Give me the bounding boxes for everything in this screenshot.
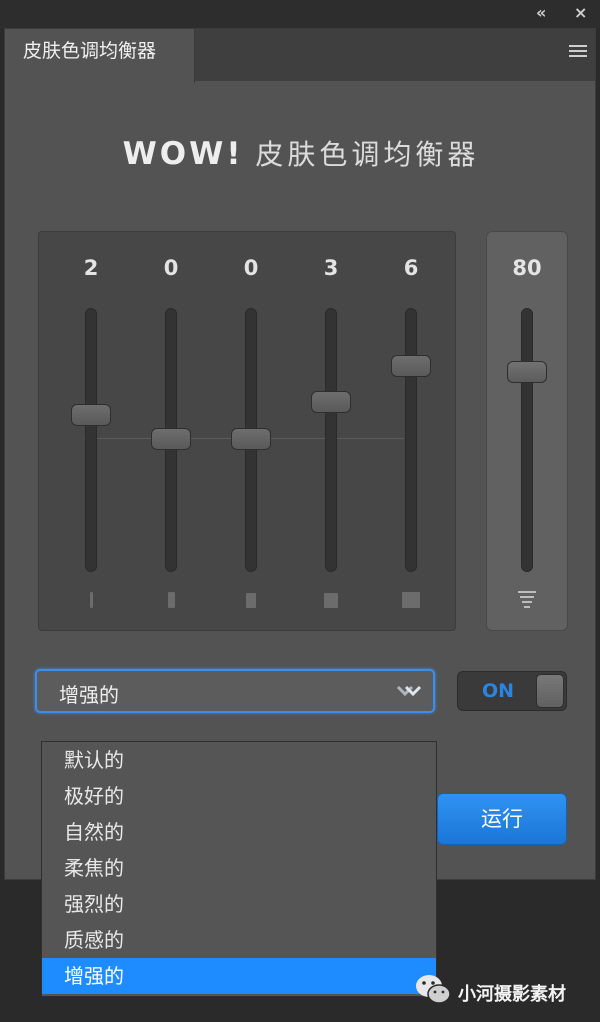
eq-slider-knob[interactable] bbox=[391, 355, 431, 377]
wechat-icon bbox=[416, 975, 451, 1004]
page-title: WOW! 皮肤色调均衡器 bbox=[5, 133, 597, 173]
preset-select[interactable]: 增强的 bbox=[35, 669, 435, 713]
preset-dropdown-list: 默认的 极好的 自然的 柔焦的 强烈的 质感的 增强的 bbox=[41, 741, 437, 997]
band-marker-icon bbox=[402, 592, 420, 608]
eq-slider-4: 3 bbox=[301, 232, 361, 632]
collapse-panel-icon[interactable]: « bbox=[536, 4, 546, 22]
eq-slider-value: 0 bbox=[243, 256, 259, 280]
eq-slider-value: 6 bbox=[403, 256, 419, 280]
preset-option[interactable]: 默认的 bbox=[42, 742, 436, 778]
eq-slider-knob[interactable] bbox=[151, 428, 191, 450]
chevron-down-icon bbox=[396, 685, 422, 697]
equalizer-box: 2 0 0 3 6 bbox=[38, 231, 456, 631]
eq-slider-knob[interactable] bbox=[71, 404, 111, 426]
tab-bar: 皮肤色调均衡器 bbox=[5, 29, 595, 83]
toggle-label: ON bbox=[482, 680, 515, 702]
title-text: 皮肤色调均衡器 bbox=[255, 138, 480, 171]
band-marker-icon bbox=[324, 593, 338, 608]
preset-option[interactable]: 柔焦的 bbox=[42, 850, 436, 886]
title-wow: WOW! bbox=[122, 136, 244, 172]
preset-option[interactable]: 质感的 bbox=[42, 922, 436, 958]
eq-slider-track[interactable] bbox=[405, 308, 417, 572]
preset-option[interactable]: 自然的 bbox=[42, 814, 436, 850]
eq-slider-2: 0 bbox=[141, 232, 201, 632]
close-panel-icon[interactable]: × bbox=[574, 4, 587, 22]
footer-brand: 小河摄影素材 bbox=[458, 984, 566, 1005]
preset-option[interactable]: 增强的 bbox=[42, 958, 436, 994]
master-value: 80 bbox=[512, 256, 542, 280]
band-marker-icon bbox=[89, 592, 93, 608]
eq-slider-knob[interactable] bbox=[231, 428, 271, 450]
band-marker-icon bbox=[167, 592, 175, 608]
eq-slider-5: 6 bbox=[381, 232, 441, 632]
panel-title-bar: « × bbox=[0, 0, 600, 28]
master-slider-knob[interactable] bbox=[507, 361, 547, 383]
toggle-thumb[interactable] bbox=[536, 674, 564, 708]
eq-slider-track[interactable] bbox=[85, 308, 97, 572]
eq-slider-value: 2 bbox=[83, 256, 99, 280]
eq-slider-1: 2 bbox=[61, 232, 121, 632]
preset-option[interactable]: 极好的 bbox=[42, 778, 436, 814]
tab-skin-tone-equalizer[interactable]: 皮肤色调均衡器 bbox=[5, 29, 195, 83]
band-marker-icon bbox=[246, 593, 256, 608]
eq-slider-knob[interactable] bbox=[311, 391, 351, 413]
eq-slider-track[interactable] bbox=[325, 308, 337, 572]
on-off-toggle[interactable]: ON bbox=[457, 671, 567, 711]
eq-slider-value: 0 bbox=[163, 256, 179, 280]
filter-icon bbox=[518, 591, 536, 608]
run-button[interactable]: 运行 bbox=[437, 793, 567, 845]
eq-slider-3: 0 bbox=[221, 232, 281, 632]
master-slider-track[interactable] bbox=[521, 308, 533, 572]
preset-option[interactable]: 强烈的 bbox=[42, 886, 436, 922]
preset-selected-value: 增强的 bbox=[59, 683, 119, 707]
master-strength-slider: 80 bbox=[486, 231, 568, 631]
hamburger-menu-icon[interactable] bbox=[569, 45, 587, 59]
skin-tone-panel: 皮肤色调均衡器 WOW! 皮肤色调均衡器 20036 80 增强的 ON 运行 … bbox=[4, 28, 597, 997]
eq-slider-value: 3 bbox=[323, 256, 339, 280]
